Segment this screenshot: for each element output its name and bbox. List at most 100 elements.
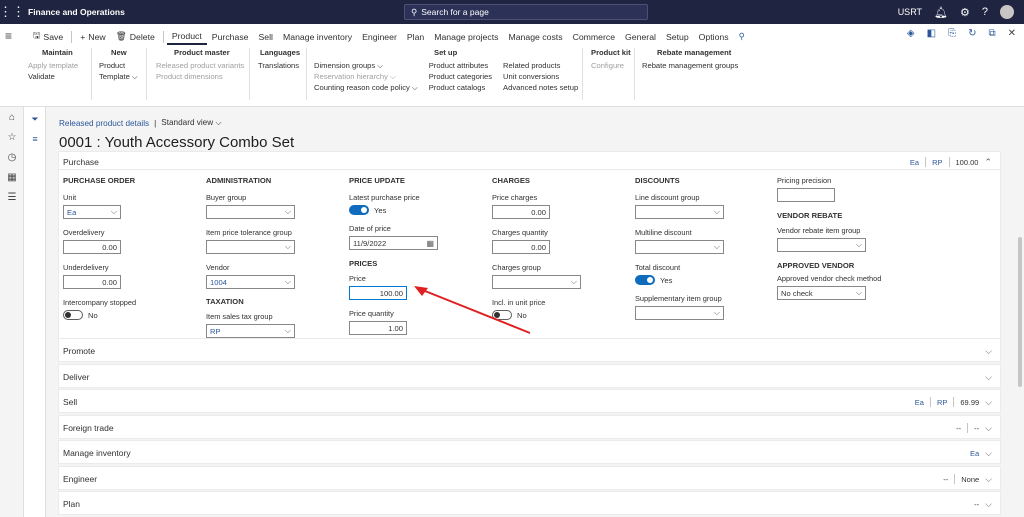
price-charges-input[interactable]: 0.00 <box>492 205 550 219</box>
workspaces-icon[interactable]: ▦ <box>0 167 24 187</box>
charges-quantity-input[interactable]: 0.00 <box>492 240 550 254</box>
chevron-down-icon[interactable]: ⌵ <box>985 448 992 459</box>
tab-sell[interactable]: Sell <box>254 28 279 45</box>
intercompany-stopped-toggle[interactable] <box>63 310 83 320</box>
chevron-down-icon[interactable]: ⌵ <box>985 346 992 357</box>
supplementary-item-group-select[interactable]: ⌵ <box>635 306 724 320</box>
price-input[interactable]: 100.00 <box>349 286 407 300</box>
latest-purchase-price-toggle[interactable] <box>349 205 369 215</box>
summary-unit[interactable]: Ea <box>910 158 919 167</box>
bell-icon[interactable]: 🔔︎ <box>934 6 948 19</box>
apply-template-button[interactable]: Apply template <box>28 60 78 71</box>
product-dimensions-button[interactable]: Product dimensions <box>156 71 244 82</box>
calendar-icon[interactable]: ▦ <box>426 239 434 248</box>
recent-icon[interactable]: ◷ <box>0 147 24 167</box>
tab-manage-costs[interactable]: Manage costs <box>503 28 567 45</box>
dimension-groups-button[interactable]: Dimension groups ⌵ <box>314 60 418 71</box>
new-button[interactable]: + New <box>75 28 110 45</box>
app-title[interactable]: Finance and Operations <box>28 7 125 17</box>
fasttab-engineer[interactable]: Engineer -- None ⌵ <box>58 466 1001 490</box>
line-discount-group-select[interactable]: ⌵ <box>635 205 724 219</box>
fasttab-manage-inventory[interactable]: Manage inventory Ea ⌵ <box>58 440 1001 464</box>
hamburger-menu-icon[interactable]: ≡ <box>5 29 12 43</box>
tab-engineer[interactable]: Engineer <box>357 28 402 45</box>
chevron-up-icon[interactable]: ⌃ <box>984 157 992 168</box>
chevron-down-icon[interactable]: ⌵ <box>985 499 992 510</box>
home-icon[interactable]: ⌂ <box>0 107 24 127</box>
refresh-icon[interactable]: ↻ <box>968 28 976 39</box>
fasttab-sell[interactable]: Sell Ea RP 69.99 ⌵ <box>58 389 1001 413</box>
counting-reason-code-policy-button[interactable]: Counting reason code policy ⌵ <box>314 82 418 93</box>
validate-button[interactable]: Validate <box>28 71 78 82</box>
multiline-discount-select[interactable]: ⌵ <box>635 240 724 254</box>
breadcrumb-link[interactable]: Released product details <box>59 119 149 128</box>
list-icon[interactable]: ≡ <box>24 129 46 149</box>
chevron-down-icon[interactable]: ⌵ <box>985 423 992 434</box>
open-new-window-icon[interactable]: ⧉ <box>988 28 995 39</box>
avatar[interactable] <box>1000 5 1014 19</box>
favorites-icon[interactable]: ☆ <box>0 127 24 147</box>
vendor-rebate-item-group-select[interactable]: ⌵ <box>777 238 866 252</box>
tab-manage-projects[interactable]: Manage projects <box>429 28 503 45</box>
power-apps-icon[interactable]: ◈ <box>907 28 915 39</box>
vertical-scrollbar[interactable] <box>1018 237 1022 387</box>
attachments-icon[interactable]: ⎘ <box>948 28 956 39</box>
tab-commerce[interactable]: Commerce <box>568 28 620 45</box>
advanced-notes-setup-button[interactable]: Advanced notes setup <box>503 82 578 93</box>
related-products-button[interactable]: Related products <box>503 60 578 71</box>
tab-general[interactable]: General <box>620 28 661 45</box>
sales-tax-group-select[interactable]: RP ⌵ <box>206 324 295 338</box>
tab-manage-inventory[interactable]: Manage inventory <box>278 28 357 45</box>
underdelivery-input[interactable]: 0.00 <box>63 275 121 289</box>
fasttab-promote[interactable]: Promote ⌵ <box>58 338 1001 362</box>
company-selector[interactable]: USRT <box>898 7 922 17</box>
rebate-management-groups-button[interactable]: Rebate management groups <box>642 60 738 71</box>
search-box[interactable]: ⚲ Search for a page <box>404 4 648 20</box>
product-catalogs-button[interactable]: Product catalogs <box>429 82 492 93</box>
view-selector[interactable]: Standard view ⌵ <box>161 118 221 128</box>
close-icon[interactable]: ✕ <box>1008 28 1016 39</box>
modules-icon[interactable]: ☰ <box>0 187 24 207</box>
pricing-precision-input[interactable] <box>777 188 835 202</box>
price-tolerance-select[interactable]: ⌵ <box>206 240 295 254</box>
new-product-button[interactable]: Product <box>99 60 138 71</box>
fasttab-plan[interactable]: Plan -- ⌵ <box>58 491 1001 515</box>
unit-select[interactable]: Ea ⌵ <box>63 205 121 219</box>
tab-options[interactable]: Options <box>694 28 734 45</box>
new-template-button[interactable]: Template ⌵ <box>99 71 138 82</box>
fasttab-deliver[interactable]: Deliver ⌵ <box>58 364 1001 388</box>
released-product-variants-button[interactable]: Released product variants <box>156 60 244 71</box>
date-of-price-input[interactable]: 11/9/2022 ▦ <box>349 236 438 250</box>
search-icon[interactable]: ⚲ <box>734 28 750 45</box>
tab-purchase[interactable]: Purchase <box>207 28 254 45</box>
tab-setup[interactable]: Setup <box>661 28 694 45</box>
translations-button[interactable]: Translations <box>258 60 300 71</box>
buyer-group-select[interactable]: ⌵ <box>206 205 295 219</box>
inventory-summary-unit[interactable]: Ea <box>970 449 979 458</box>
chevron-down-icon[interactable]: ⌵ <box>985 372 992 383</box>
reservation-hierarchy-button[interactable]: Reservation hierarchy ⌵ <box>314 71 418 82</box>
delete-button[interactable]: 🗑︎ Delete <box>111 28 160 45</box>
office-icon[interactable]: ◧ <box>927 28 936 39</box>
gear-icon[interactable]: ⚙ <box>960 6 970 19</box>
summary-group[interactable]: RP <box>932 158 942 167</box>
chevron-down-icon[interactable]: ⌵ <box>985 397 992 408</box>
configure-button[interactable]: Configure <box>591 60 631 71</box>
unit-conversions-button[interactable]: Unit conversions <box>503 71 578 82</box>
approved-vendor-check-select[interactable]: No check ⌵ <box>777 286 866 300</box>
tab-plan[interactable]: Plan <box>402 28 429 45</box>
overdelivery-input[interactable]: 0.00 <box>63 240 121 254</box>
chevron-down-icon[interactable]: ⌵ <box>985 474 992 485</box>
price-quantity-input[interactable]: 1.00 <box>349 321 407 335</box>
product-categories-button[interactable]: Product categories <box>429 71 492 82</box>
sell-summary-unit[interactable]: Ea <box>915 398 924 407</box>
filter-icon[interactable]: ⏷ <box>24 109 46 129</box>
vendor-select[interactable]: 1004 ⌵ <box>206 275 295 289</box>
total-discount-toggle[interactable] <box>635 275 655 285</box>
product-attributes-button[interactable]: Product attributes <box>429 60 492 71</box>
help-icon[interactable]: ? <box>982 6 988 18</box>
app-launcher-icon[interactable]: ⋮⋮ <box>0 0 25 24</box>
fasttab-foreign-trade[interactable]: Foreign trade -- -- ⌵ <box>58 415 1001 439</box>
sell-summary-group[interactable]: RP <box>937 398 947 407</box>
save-button[interactable]: 🖫 Save <box>28 28 68 45</box>
